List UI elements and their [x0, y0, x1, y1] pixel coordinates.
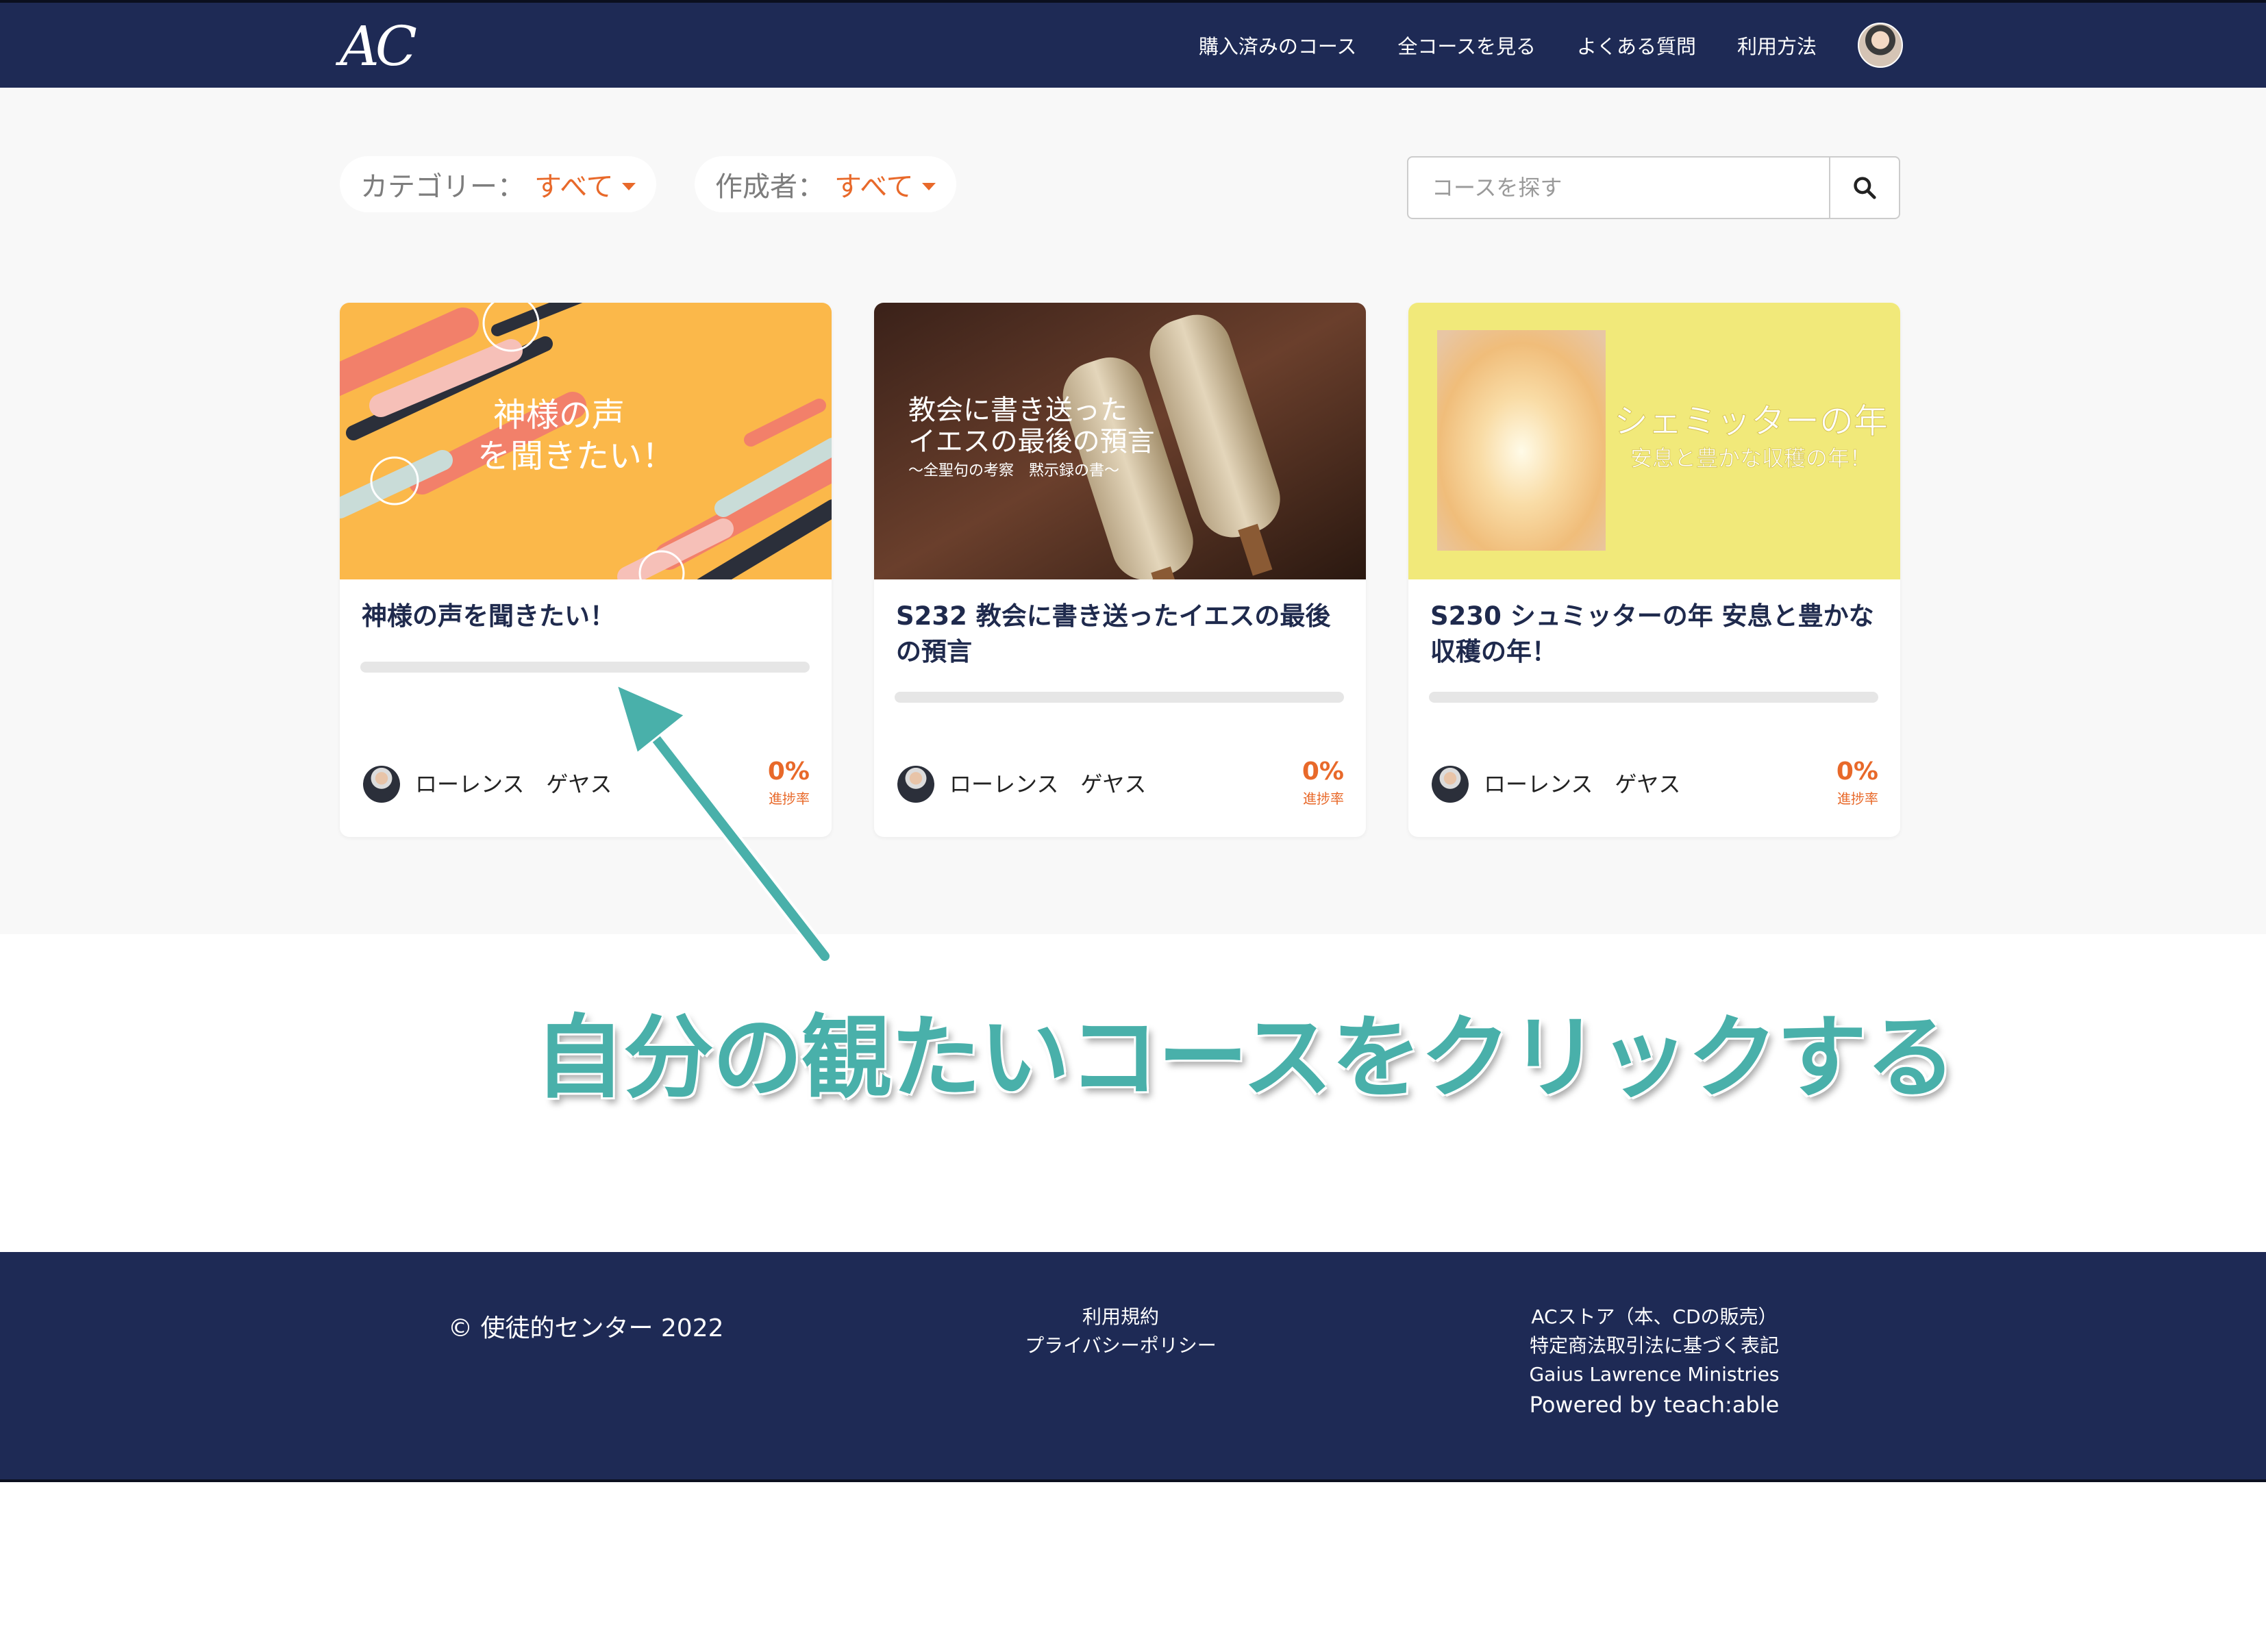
top-navbar: AC 購入済みのコース 全コースを見る よくある質問 利用方法 — [0, 0, 2266, 88]
author-avatar — [1432, 766, 1469, 803]
category-filter-value[interactable]: すべて — [534, 164, 614, 204]
course-title[interactable]: S230 シュミッターの年 安息と豊かな収穫の年！ — [1430, 599, 1878, 670]
nav-all-courses[interactable]: 全コースを見る — [1397, 31, 1536, 60]
footer-legal-links: 利用規約 プライバシーポリシー — [1025, 1304, 1217, 1359]
nav-menu: 購入済みのコース 全コースを見る よくある質問 利用方法 — [1199, 3, 1903, 88]
user-avatar[interactable] — [1858, 23, 1903, 68]
footer-store-links: ACストア（本、CDの販売） 特定商法取引法に基づく表記 Gaius Lawre… — [1500, 1304, 1808, 1419]
course-thumbnail[interactable]: 神様の声 を聞きたい！ — [340, 303, 832, 579]
category-filter[interactable]: カテゴリー： すべて — [340, 156, 656, 212]
thumbnail-text: シェミッターの年 — [1614, 401, 1888, 441]
course-thumbnail[interactable]: 教会に書き送った イエスの最後の預言 ～全聖句の考察 黙示録の書～ — [874, 303, 1366, 579]
privacy-link[interactable]: プライバシーポリシー — [1025, 1333, 1217, 1359]
author-name: ローレンス ゲヤス — [949, 771, 1147, 797]
progress-percent: 0% — [1302, 758, 1344, 786]
progress-bar — [895, 692, 1344, 703]
thumbnail-text: ～全聖句の考察 黙示録の書～ — [908, 462, 1119, 479]
progress-percent: 0% — [1836, 758, 1878, 786]
copyright-text: © 使徒的センター 2022 — [448, 1314, 724, 1342]
footer: © 使徒的センター 2022 利用規約 プライバシーポリシー ACストア（本、C… — [0, 1252, 2266, 1482]
thumbnail-text: イエスの最後の預言 — [908, 426, 1155, 458]
author-name: ローレンス ゲヤス — [415, 771, 612, 797]
course-title[interactable]: 神様の声を聞きたい！ — [362, 599, 810, 634]
category-filter-label: カテゴリー： — [360, 171, 525, 203]
course-title[interactable]: S232 教会に書き送ったイエスの最後の預言 — [896, 599, 1344, 670]
course-card[interactable]: シェミッターの年 安息と豊かな収穫の年！ S230 シュミッターの年 安息と豊か… — [1408, 303, 1900, 837]
nav-purchased-courses[interactable]: 購入済みのコース — [1199, 31, 1357, 60]
search-input[interactable] — [1408, 158, 1829, 218]
caret-down-icon[interactable] — [921, 182, 936, 190]
search-icon — [1854, 177, 1876, 199]
ac-logo[interactable]: AC — [340, 15, 417, 78]
powered-by-teachable[interactable]: Powered by teach:able — [1500, 1390, 1808, 1419]
progress-bar — [1429, 692, 1878, 703]
caret-down-icon[interactable] — [621, 182, 636, 190]
thumbnail-text: 教会に書き送った — [908, 395, 1128, 426]
commerce-law-link[interactable]: 特定商法取引法に基づく表記 — [1500, 1333, 1808, 1359]
course-card[interactable]: 教会に書き送った イエスの最後の預言 ～全聖句の考察 黙示録の書～ S232 教… — [874, 303, 1366, 837]
thumbnail-text: を聞きたい！ — [477, 437, 675, 475]
author-filter-label: 作成者： — [715, 171, 825, 203]
progress-label: 進捗率 — [1837, 790, 1878, 807]
course-search — [1407, 156, 1900, 219]
nav-faq[interactable]: よくある質問 — [1577, 31, 1696, 60]
annotation-instruction: 自分の観たいコースをクリックする — [534, 1005, 1956, 1111]
terms-link[interactable]: 利用規約 — [1025, 1304, 1217, 1330]
search-button[interactable] — [1829, 158, 1899, 218]
author-avatar — [363, 766, 400, 803]
ministries-link[interactable]: Gaius Lawrence Ministries — [1500, 1362, 1808, 1388]
author-filter[interactable]: 作成者： すべて — [695, 156, 956, 212]
author-filter-value[interactable]: すべて — [834, 164, 914, 204]
thumbnail-text: 安息と豊かな収穫の年！ — [1630, 445, 1871, 471]
nav-how-to-use[interactable]: 利用方法 — [1737, 31, 1817, 60]
annotation-arrow-icon — [614, 683, 832, 964]
thumbnail-text: 神様の声 — [493, 396, 625, 434]
author-name: ローレンス ゲヤス — [1484, 771, 1681, 797]
store-link[interactable]: ACストア（本、CDの販売） — [1500, 1304, 1808, 1330]
course-thumbnail[interactable]: シェミッターの年 安息と豊かな収穫の年！ — [1408, 303, 1900, 579]
author-avatar — [897, 766, 934, 803]
progress-label: 進捗率 — [1303, 790, 1344, 807]
